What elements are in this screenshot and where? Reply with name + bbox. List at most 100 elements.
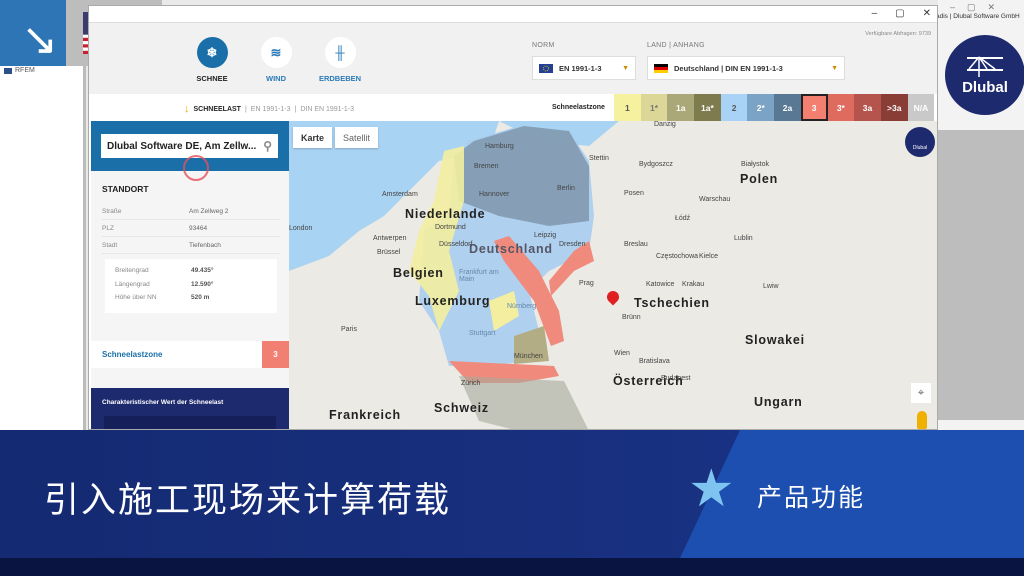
city-label: Posen: [624, 190, 644, 197]
city-label: Leipzig: [534, 232, 557, 239]
city-label: Brüssel: [377, 249, 401, 256]
city-label: Nürnberg: [507, 303, 537, 310]
city-label: Białystok: [741, 161, 770, 168]
zone-chip[interactable]: 1: [614, 94, 641, 121]
city-label: Dresden: [559, 241, 586, 248]
city-label: Prag: [579, 280, 594, 287]
city-label: Hannover: [479, 191, 510, 198]
snow-zone-badge: 3: [262, 341, 289, 368]
chevron-down-icon: ▼: [622, 64, 629, 72]
zone-chip[interactable]: 2a: [774, 94, 801, 121]
sidebar-item-rfem[interactable]: RFEM: [4, 67, 35, 74]
banner-subtitle: 产品功能: [757, 483, 866, 512]
coord-row: Längengrad 12.590°: [115, 281, 214, 288]
tool-erdbeben[interactable]: ╫ ERDBEBEN: [310, 37, 370, 83]
map-label: Niederlande: [405, 207, 486, 221]
wind-icon: ≋: [260, 37, 292, 68]
map-label: Polen: [740, 172, 779, 186]
city-label: Dortmund: [435, 224, 466, 231]
land-select[interactable]: Deutschland | DIN EN 1991-1-3 ▼: [647, 56, 845, 80]
coord-row: Höhe über NN 520 m: [115, 294, 210, 301]
arrow-down-icon: ↓: [184, 103, 190, 115]
city-label: Paris: [341, 326, 357, 333]
zone-chip[interactable]: 2: [720, 94, 748, 121]
map-label: Belgien: [393, 266, 444, 280]
snowflake-icon: ❄: [196, 37, 228, 68]
norm-label: NORM: [532, 42, 555, 49]
search-icon[interactable]: ⚲: [263, 139, 272, 153]
germany-flag-icon: [654, 63, 668, 73]
map-dlubal-logo: Dlubal: [905, 127, 935, 157]
city-label: Antwerpen: [373, 235, 407, 242]
coordinates-box: Breitengrad 49.435° Längengrad 12.590° Höh…: [105, 259, 277, 313]
zone-chip[interactable]: 3a: [854, 94, 881, 121]
zone-chip[interactable]: 1a*: [694, 94, 721, 121]
close-button[interactable]: ✕: [923, 8, 931, 19]
field-row: PLZ 93464: [102, 220, 280, 237]
available-queries: Verfügbare Abfragen: 9739: [865, 31, 931, 37]
map-label: Luxemburg: [415, 294, 491, 308]
map-label: Ungarn: [754, 395, 803, 409]
city-label: Budapest: [661, 375, 691, 382]
zone-chip[interactable]: 3: [800, 94, 828, 121]
window-controls: – ▢ ✕: [872, 8, 931, 19]
tool-wind[interactable]: ≋ WIND: [246, 37, 306, 83]
title-bar: – ▢ ✕: [89, 6, 937, 23]
map-label: Deutschland: [469, 242, 553, 256]
address-search-input[interactable]: Dlubal Software DE, Am Zellw... ⚲: [101, 134, 278, 158]
field-row: Straße Am Zellweg 2: [102, 203, 280, 220]
zone-chip[interactable]: 2*: [747, 94, 775, 121]
city-label: Berlin: [557, 185, 575, 192]
city-label: Hamburg: [485, 143, 514, 150]
my-location-button[interactable]: ⌖: [911, 383, 931, 403]
coord-row: Breitengrad 49.435°: [115, 267, 214, 274]
eu-flag-icon: [539, 63, 553, 73]
characteristic-value: [104, 416, 276, 429]
city-label: Düsseldorf: [439, 241, 473, 248]
standort-title: STANDORT: [102, 184, 149, 194]
norm-select[interactable]: EN 1991-1-3 ▼: [532, 56, 636, 80]
city-label: Breslau: [624, 241, 648, 248]
bridge-icon: [967, 55, 1003, 77]
header: ❄ SCHNEE ≋ WIND ╫ ERDBEBEN NORM EN 1991-1-3…: [89, 23, 937, 94]
city-label: Lwiw: [763, 283, 779, 290]
star-icon: ★: [688, 460, 735, 518]
bottom-strip: [0, 558, 1024, 576]
snow-zone-row: Schneelastzone 3: [91, 341, 289, 368]
zone-legend: 1 1* 1a 1a* 2 2* 2a 3 3* 3a >3a N/A: [614, 94, 935, 121]
map-label: Tschechien: [634, 296, 710, 310]
minimize-button[interactable]: –: [872, 8, 878, 19]
city-label: Częstochowa: [656, 253, 699, 260]
zone-chip[interactable]: 1*: [640, 94, 668, 121]
maximize-button[interactable]: ▢: [895, 8, 904, 19]
city-label: Bratislava: [639, 358, 670, 365]
map-label: Slowakei: [745, 333, 805, 347]
city-label: Łódź: [675, 215, 691, 222]
city-label: Krakau: [682, 281, 705, 288]
map-label: Frankreich: [329, 408, 401, 422]
dlubal-logo: Dlubal: [945, 35, 1024, 115]
city-label: Wien: [614, 350, 630, 357]
tab-karte[interactable]: Karte: [293, 127, 333, 148]
field-row: Stadt Tiefenbach: [102, 237, 280, 254]
zone-chip[interactable]: 1a: [667, 94, 695, 121]
city-label: Stettin: [589, 155, 609, 162]
city-label: Danzig: [654, 121, 676, 128]
tool-schnee[interactable]: ❄ SCHNEE: [182, 37, 242, 83]
city-label: Bydgoszcz: [639, 161, 673, 168]
click-indicator: [183, 155, 209, 181]
host-canvas: [938, 130, 1024, 420]
zone-chip[interactable]: >3a: [880, 94, 908, 121]
land-label: LAND | ANHANG: [647, 42, 705, 49]
host-window-controls[interactable]: –▢✕: [950, 2, 1007, 13]
map[interactable]: Karte Satellit Niederlande Deutschland B…: [289, 121, 937, 429]
city-label: Kielce: [699, 253, 719, 260]
seismic-icon: ╫: [324, 37, 356, 68]
zone-chip[interactable]: N/A: [907, 94, 935, 121]
tab-satellit[interactable]: Satellit: [335, 127, 379, 148]
city-label: Frankfurt am Main: [459, 269, 499, 283]
city-label: London: [289, 225, 313, 232]
street-view-pegman-icon[interactable]: [917, 411, 927, 429]
arrow-down-right-icon: ↘: [0, 0, 66, 66]
zone-chip[interactable]: 3*: [827, 94, 855, 121]
